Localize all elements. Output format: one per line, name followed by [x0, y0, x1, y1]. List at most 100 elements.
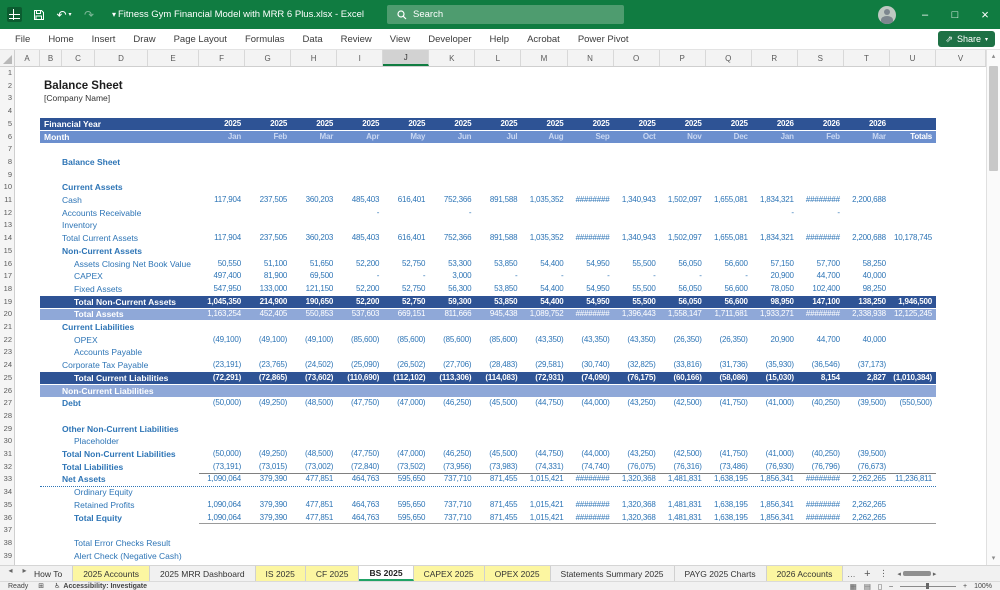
col-header-s[interactable]: S — [798, 50, 844, 66]
cell[interactable]: (41,000) — [752, 448, 798, 461]
cell[interactable]: 464,763 — [337, 499, 383, 512]
sheet-tab-2025-mrr-dashboard[interactable]: 2025 MRR Dashboard — [150, 566, 256, 581]
cell[interactable]: 1,035,352 — [521, 232, 567, 245]
cell[interactable]: 2025 — [199, 118, 245, 131]
row-label-retained-profits[interactable]: Retained Profits — [74, 499, 134, 512]
cell[interactable]: ######## — [568, 499, 614, 512]
cell[interactable]: (23,765) — [245, 359, 291, 372]
cell[interactable]: 55,500 — [614, 258, 660, 271]
cell[interactable]: (73,015) — [245, 461, 291, 474]
row-header-29[interactable]: 29 — [0, 423, 12, 436]
sheet-tab-opex-2025[interactable]: OPEX 2025 — [485, 566, 551, 581]
cell[interactable]: 379,390 — [245, 512, 291, 525]
cell[interactable]: 464,763 — [337, 512, 383, 525]
row-header-39[interactable]: 39 — [0, 550, 12, 563]
row-header-4[interactable]: 4 — [0, 105, 12, 118]
cell[interactable]: ######## — [798, 308, 844, 321]
cell[interactable]: (112,102) — [383, 372, 429, 385]
accessibility-status[interactable]: ♿ Accessibility: Investigate — [54, 582, 147, 590]
cell[interactable]: 737,710 — [429, 499, 475, 512]
cell[interactable]: (113,306) — [429, 372, 475, 385]
row-label-balance-sheet[interactable]: Balance Sheet — [44, 80, 123, 93]
cell[interactable]: Mar — [291, 131, 337, 144]
cell[interactable]: Jan — [752, 131, 798, 144]
account-avatar[interactable] — [878, 6, 896, 24]
cell[interactable]: 78,050 — [752, 283, 798, 296]
cell[interactable]: (44,000) — [568, 397, 614, 410]
row-label-capex[interactable]: CAPEX — [74, 270, 103, 283]
cell[interactable]: 737,710 — [429, 512, 475, 525]
cell[interactable]: 51,650 — [291, 258, 337, 271]
cell[interactable]: (40,250) — [798, 397, 844, 410]
cell[interactable]: 58,250 — [844, 258, 890, 271]
share-button[interactable]: ⇗ Share ▾ — [938, 31, 995, 47]
cell[interactable]: (32,825) — [614, 359, 660, 372]
cell[interactable]: (44,000) — [568, 448, 614, 461]
cell[interactable]: (39,500) — [844, 397, 890, 410]
cell[interactable]: (37,173) — [844, 359, 890, 372]
sheet-tab-2025-accounts[interactable]: 2025 Accounts — [73, 566, 150, 581]
row-label-balance-sheet[interactable]: Balance Sheet — [62, 156, 120, 169]
cell[interactable]: 2,827 — [844, 372, 890, 385]
row-label-total-error-checks-result[interactable]: Total Error Checks Result — [74, 537, 170, 550]
cell[interactable]: (73,502) — [383, 461, 429, 474]
sheet-tab-2026-accounts[interactable]: 2026 Accounts — [767, 566, 844, 581]
row-header-7[interactable]: 7 — [0, 143, 12, 156]
row-header-16[interactable]: 16 — [0, 258, 12, 271]
cell[interactable]: 117,904 — [199, 194, 245, 207]
cell[interactable]: (43,350) — [521, 334, 567, 347]
cell[interactable]: (76,075) — [614, 461, 660, 474]
row-header-28[interactable]: 28 — [0, 410, 12, 423]
close-button[interactable]: × — [970, 0, 1000, 29]
cell[interactable]: 53,300 — [429, 258, 475, 271]
cell[interactable]: (48,500) — [291, 448, 337, 461]
cell[interactable]: (43,250) — [614, 448, 660, 461]
cell[interactable]: (30,740) — [568, 359, 614, 372]
cell[interactable]: - — [429, 207, 475, 220]
ribbon-tab-data[interactable]: Data — [294, 34, 332, 45]
cell[interactable]: 616,401 — [383, 194, 429, 207]
row-label-placeholder[interactable]: Placeholder — [74, 435, 119, 448]
cell[interactable]: 2,200,688 — [844, 194, 890, 207]
cell[interactable]: - — [752, 207, 798, 220]
cell[interactable]: 40,000 — [844, 334, 890, 347]
minimize-button[interactable]: – — [910, 0, 940, 29]
cell[interactable]: 1,090,064 — [199, 499, 245, 512]
cell[interactable]: ######## — [568, 473, 614, 486]
hscroll-right-icon[interactable]: ▸ — [933, 570, 937, 578]
cell[interactable]: 52,200 — [337, 258, 383, 271]
col-header-c[interactable]: C — [62, 50, 95, 66]
cell[interactable]: 811,666 — [429, 308, 475, 321]
cell[interactable]: May — [383, 131, 429, 144]
cell[interactable]: 871,455 — [475, 473, 521, 486]
cell[interactable]: (60,166) — [660, 372, 706, 385]
cell[interactable]: 117,904 — [199, 232, 245, 245]
cell[interactable]: 477,851 — [291, 499, 337, 512]
cell[interactable]: (76,673) — [844, 461, 890, 474]
cell[interactable]: 2025 — [568, 118, 614, 131]
row-header-10[interactable]: 10 — [0, 181, 12, 194]
ribbon-tab-home[interactable]: Home — [39, 34, 82, 45]
cell[interactable]: (45,500) — [475, 397, 521, 410]
cell[interactable]: 464,763 — [337, 473, 383, 486]
row-header-14[interactable]: 14 — [0, 232, 12, 245]
col-header-p[interactable]: P — [660, 50, 706, 66]
cell[interactable]: (85,600) — [475, 334, 521, 347]
undo-button[interactable]: ↶▾ — [56, 5, 72, 25]
cell[interactable]: 379,390 — [245, 473, 291, 486]
horizontal-scrollbar[interactable]: ◂ ▸ — [897, 566, 936, 581]
cell[interactable]: 57,150 — [752, 258, 798, 271]
row-header-19[interactable]: 19 — [0, 296, 12, 309]
cell[interactable]: (44,750) — [521, 448, 567, 461]
row-label-total-non-current-assets[interactable]: Total Non-Current Assets — [74, 296, 176, 309]
col-header-j[interactable]: J — [383, 50, 429, 66]
col-header-g[interactable]: G — [245, 50, 291, 66]
row-label-ordinary-equity[interactable]: Ordinary Equity — [74, 486, 133, 499]
row-header-8[interactable]: 8 — [0, 156, 12, 169]
row-header-2[interactable]: 2 — [0, 80, 12, 93]
row-label-total-assets[interactable]: Total Assets — [74, 308, 124, 321]
cell[interactable]: (46,250) — [429, 397, 475, 410]
row-label-fixed-assets[interactable]: Fixed Assets — [74, 283, 122, 296]
col-header-h[interactable]: H — [291, 50, 337, 66]
cell[interactable]: 1,340,943 — [614, 232, 660, 245]
